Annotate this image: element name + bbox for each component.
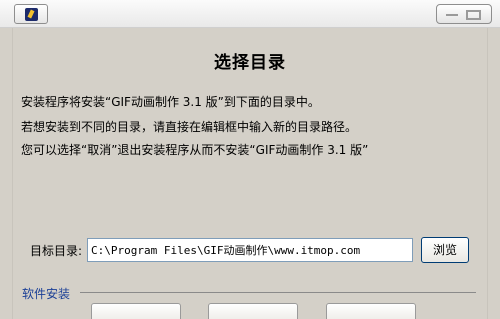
instruction-line-1: 安装程序将安装“GIF动画制作 3.1 版”到下面的目录中。 [21,95,320,109]
browse-button[interactable]: 浏览 [421,237,469,263]
window-controls [436,4,492,24]
group-label: 软件安装 [22,287,71,301]
installer-icon[interactable] [14,4,48,24]
page-title: 选择目录 [214,53,286,73]
target-dir-label: 目标目录: [30,244,83,258]
title-bar [0,0,500,28]
nav-button-1[interactable] [91,303,181,319]
installer-glyph [25,8,38,21]
nav-button-3[interactable] [326,303,416,319]
installer-window: 选择目录 安装程序将安装“GIF动画制作 3.1 版”到下面的目录中。 若想安装… [0,0,500,319]
minimize-icon[interactable] [446,14,458,16]
group-divider [80,292,476,293]
instruction-line-2: 若想安装到不同的目录，请直接在编辑框中输入新的目录路径。 [21,120,358,134]
nav-button-2[interactable] [208,303,298,319]
instruction-line-3: 您可以选择“取消”退出安装程序从而不安装“GIF动画制作 3.1 版” [21,143,369,157]
maximize-icon[interactable] [466,10,481,20]
target-dir-input[interactable] [87,238,413,262]
